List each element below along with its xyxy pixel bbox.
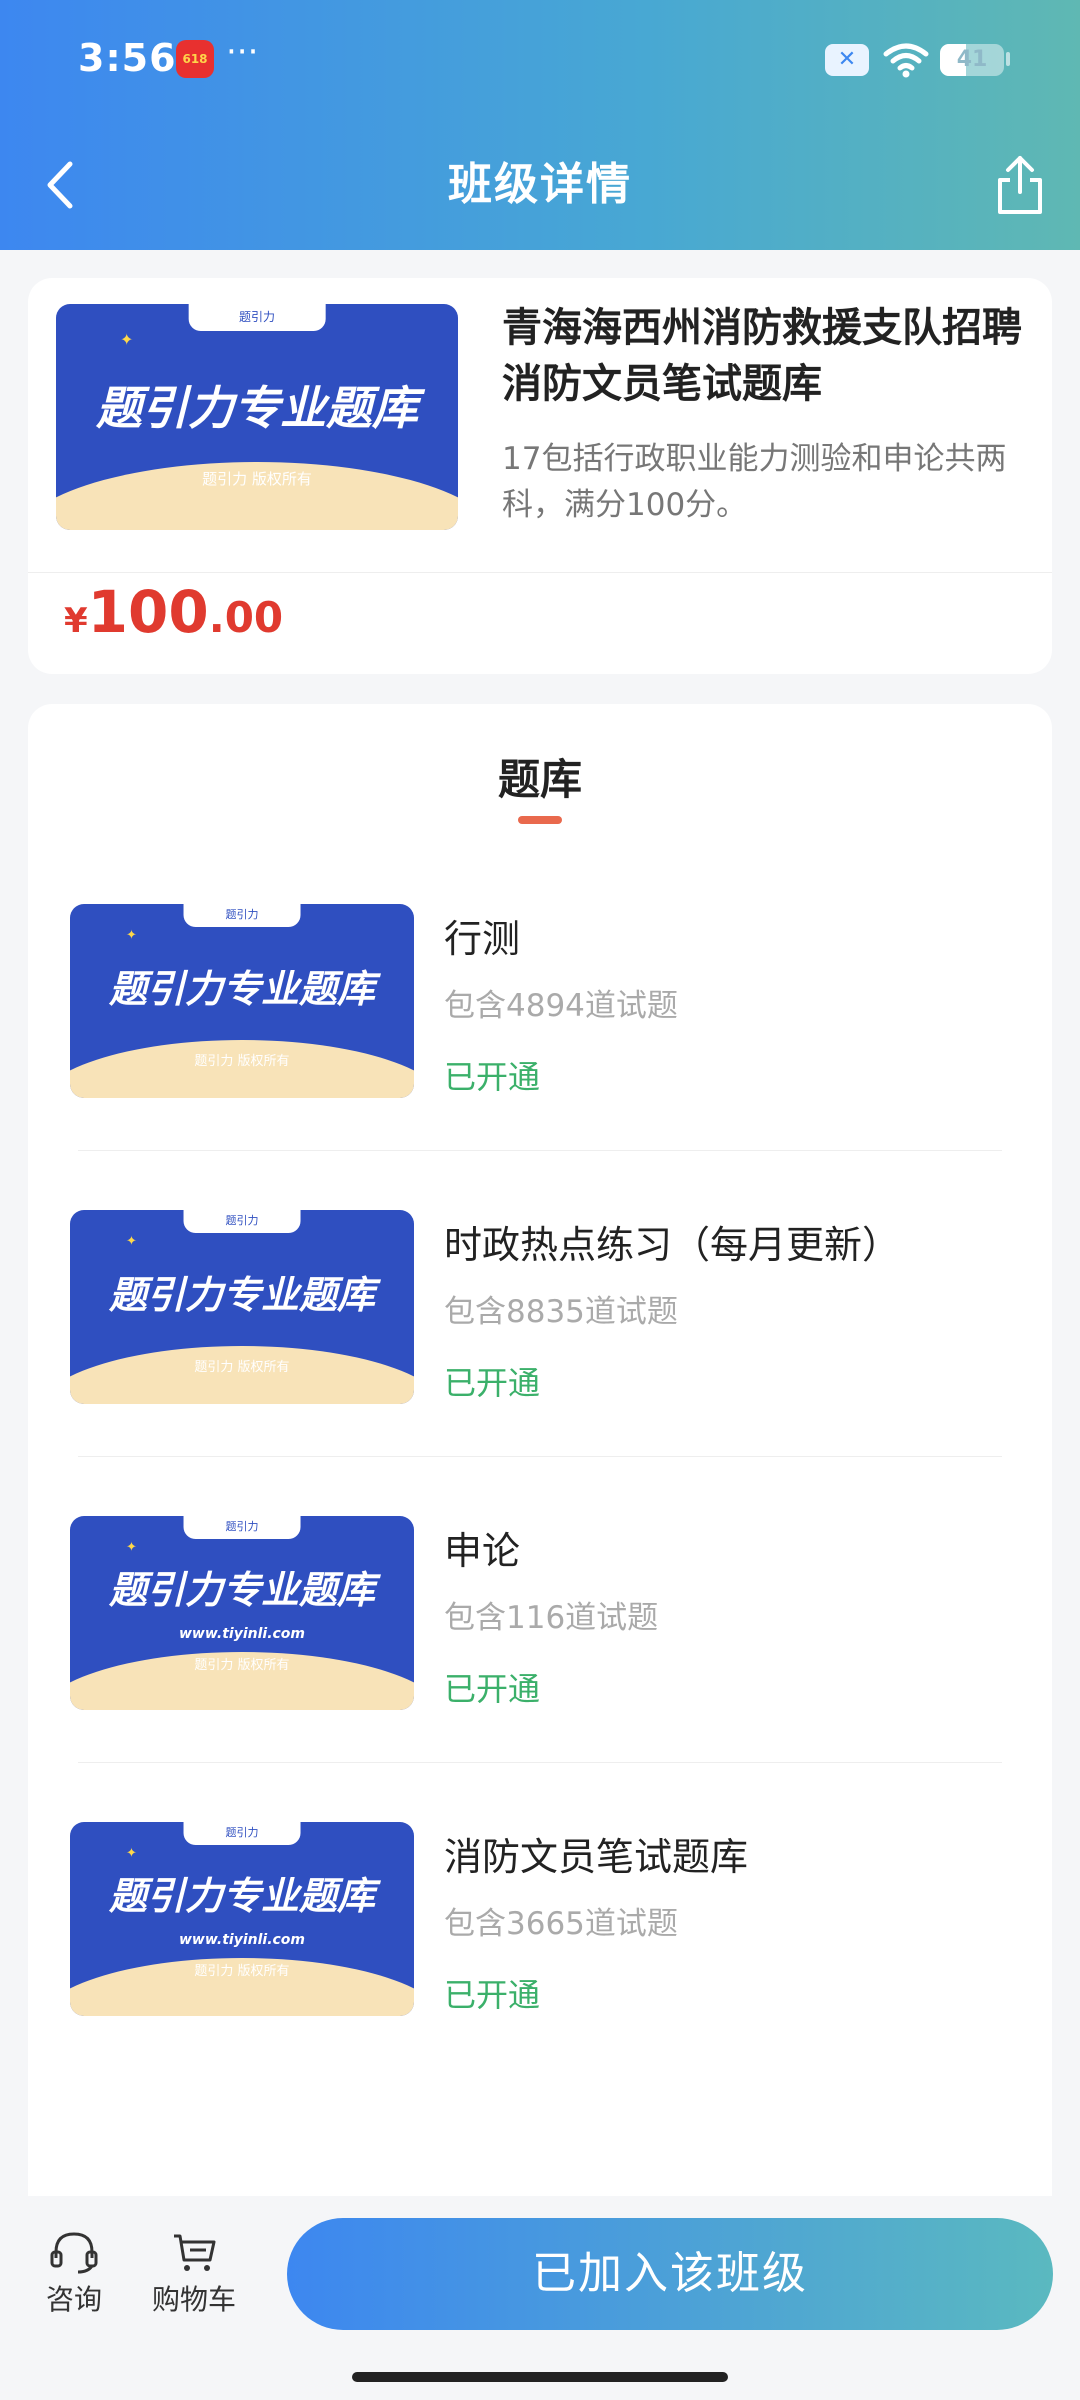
bank-name: 行测 <box>444 917 521 961</box>
bank-name: 时政热点练习（每月更新） <box>444 1223 901 1267</box>
cart-icon <box>174 2234 216 2271</box>
thumbnail-url: www.tiyinli.com <box>178 1626 306 1642</box>
bank-question-count: 包含8835道试题 <box>444 1294 678 1330</box>
thumbnail-tab: 题引力 <box>183 1516 301 1540</box>
x-app-icon <box>825 44 869 76</box>
bank-thumbnail: 题引力 ✦ 题引力专业题库 www.tiyinli.com 题引力 版权所有 <box>70 1516 414 1710</box>
bank-name: 消防文员笔试题库 <box>444 1835 749 1879</box>
bank-row[interactable]: 题引力 ✦ 题引力专业题库 www.tiyinli.com 题引力 版权所有 消防文员笔试… <box>28 1822 1052 2128</box>
wifi-icon <box>883 43 929 78</box>
bank-row[interactable]: 题引力 ✦ 题引力专业题库题引力 版权所有 行测包含4894道试题 已开通 <box>28 904 1052 1210</box>
thumbnail-title: 题引力专业题库 <box>108 1567 375 1612</box>
star-icon: ✦ <box>126 1234 137 1249</box>
bank-status: 已开通 <box>444 1364 541 1402</box>
battery-cap <box>1006 52 1010 66</box>
bank-question-count: 包含116道试题 <box>444 1600 659 1636</box>
app-badge-icon: 618 <box>176 40 214 78</box>
thumbnail-copyright: 题引力 版权所有 <box>194 1658 290 1673</box>
more-notifications-icon: ··· <box>226 32 259 72</box>
section-underline <box>518 816 562 824</box>
course-card: 题引力 ✦ 题引力专业题库 题引力 版权所有 青海海西州消防救援支队招聘消防文员… <box>28 278 1052 674</box>
star-icon: ✦ <box>120 330 134 349</box>
consult-label: 咨询 <box>45 2283 102 2316</box>
bank-status: 已开通 <box>444 1976 541 2014</box>
nav-bar: 班级详情 <box>0 140 1080 230</box>
bank-status: 已开通 <box>444 1058 541 1096</box>
battery-icon: 41 <box>940 44 1004 76</box>
thumbnail-tab: 题引力 <box>188 304 326 332</box>
bank-thumbnail: 题引力 ✦ 题引力专业题库题引力 版权所有 <box>70 1210 414 1404</box>
price-decimal: .00 <box>208 593 284 642</box>
star-icon: ✦ <box>126 1846 137 1861</box>
bank-question-count: 包含3665道试题 <box>444 1906 678 1942</box>
thumbnail-copyright: 题引力 版权所有 <box>202 470 312 488</box>
star-icon: ✦ <box>126 1540 137 1555</box>
course-title: 青海海西州消防救援支队招聘消防文员笔试题库 <box>502 305 1022 407</box>
home-indicator[interactable] <box>352 2372 728 2382</box>
consult-button[interactable]: 咨询 <box>44 2230 104 2318</box>
thumbnail-tab: 题引力 <box>183 1822 301 1846</box>
headset-icon <box>50 2232 98 2274</box>
thumbnail-copyright: 题引力 版权所有 <box>194 1360 290 1375</box>
thumbnail-title: 题引力专业题库 <box>108 967 375 1012</box>
joined-class-button[interactable]: 已加入该班级 <box>287 2218 1053 2330</box>
thumbnail-copyright: 题引力 版权所有 <box>194 1964 290 1979</box>
thumbnail-tab: 题引力 <box>183 1210 301 1234</box>
thumbnail-tab: 题引力 <box>183 904 301 928</box>
question-bank-card: 题库 题引力 ✦ 题引力专业题库 题引力 版权所有 行测 包含4894道试题 已开通 题引力 ✦… <box>28 704 1052 2304</box>
status-bar: 3:56 618 ··· 41 <box>0 30 1080 94</box>
cart-button[interactable]: 购物车 <box>146 2230 242 2318</box>
course-thumbnail: 题引力 ✦ 题引力专业题库 题引力 版权所有 <box>56 304 458 530</box>
row-divider <box>78 1150 1002 1151</box>
course-description: 17包括行政职业能力测验和申论共两科，满分100分。 <box>502 441 1007 523</box>
bank-thumbnail: 题引力 ✦ 题引力专业题库题引力 版权所有 <box>70 904 414 1098</box>
bank-row[interactable]: 题引力 ✦ 题引力专业题库 www.tiyinli.com 题引力 版权所有 申论包含11… <box>28 1516 1052 1822</box>
row-divider <box>78 1456 1002 1457</box>
cart-label: 购物车 <box>151 2283 236 2316</box>
divider <box>28 572 1052 573</box>
section-title[interactable]: 题库 <box>28 746 1052 807</box>
page-title: 班级详情 <box>448 159 632 210</box>
bank-thumbnail: 题引力 ✦ 题引力专业题库 www.tiyinli.com 题引力 版权所有 <box>70 1822 414 2016</box>
bank-name: 申论 <box>444 1529 521 1573</box>
battery-level: 41 <box>956 47 988 72</box>
row-divider <box>78 1762 1002 1763</box>
thumbnail-title: 题引力专业题库 <box>108 1873 375 1918</box>
thumbnail-title: 题引力专业题库 <box>108 1273 375 1318</box>
bottom-bar: 咨询 购物车 已加入该班级 <box>0 2196 1080 2400</box>
price-symbol: ¥ <box>64 601 88 641</box>
share-icon[interactable] <box>990 152 1050 218</box>
bank-row[interactable]: 题引力 ✦ 题引力专业题库题引力 版权所有 时政热点练习（每月更新） 包含8835道试题… <box>28 1210 1052 1516</box>
thumbnail-copyright: 题引力 版权所有 <box>194 1054 290 1069</box>
bank-question-count: 包含4894道试题 <box>444 988 678 1024</box>
bank-status: 已开通 <box>444 1670 541 1708</box>
price-integer: 100 <box>87 578 209 646</box>
status-time: 3:56 <box>78 36 177 80</box>
course-price: ¥100.00 <box>64 578 283 646</box>
header: 3:56 618 ··· 41 班级详情 <box>0 0 1080 250</box>
thumbnail-title: 题引力专业题库 <box>96 380 418 435</box>
thumbnail-url: www.tiyinli.com <box>178 1932 306 1948</box>
star-icon: ✦ <box>126 928 137 943</box>
